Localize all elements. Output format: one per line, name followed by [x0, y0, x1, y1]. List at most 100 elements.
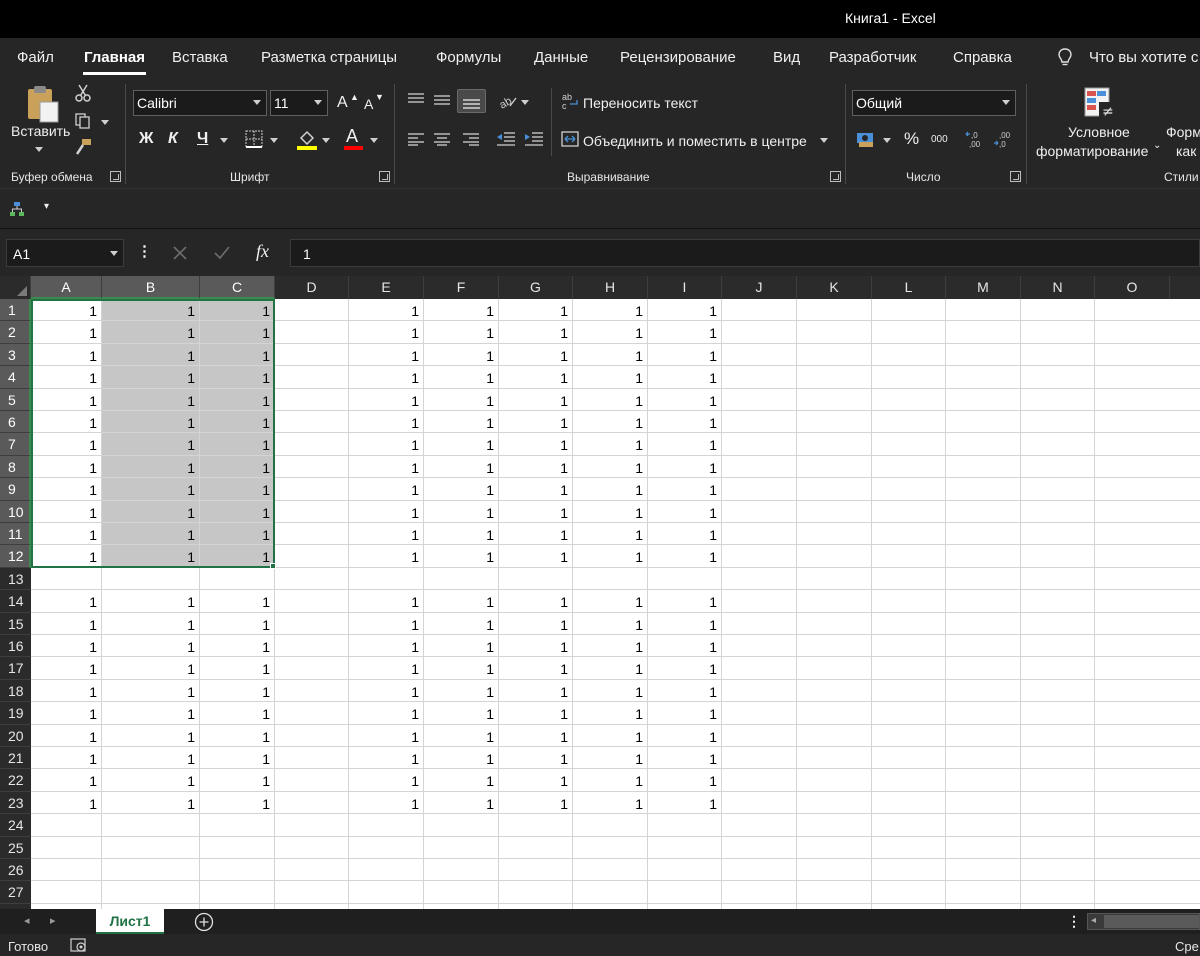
cell-e11[interactable]: 1 — [349, 523, 424, 545]
cell-h23[interactable]: 1 — [573, 792, 648, 814]
cell-i6[interactable]: 1 — [648, 411, 722, 433]
cell-h3[interactable]: 1 — [573, 344, 648, 366]
italic-button[interactable]: К — [168, 130, 178, 148]
fill-color-dropdown-chevron-icon[interactable] — [322, 138, 330, 143]
customize-qat-chevron-icon[interactable]: ▾ — [44, 201, 49, 212]
lightbulb-icon[interactable] — [1057, 48, 1073, 68]
cell-h20[interactable]: 1 — [573, 725, 648, 747]
cell-b18[interactable]: 1 — [102, 680, 200, 702]
fill-color-icon[interactable] — [297, 128, 317, 150]
cell-c19[interactable]: 1 — [200, 702, 275, 724]
cell-e9[interactable]: 1 — [349, 478, 424, 500]
scroll-tabs-left-icon[interactable]: ◂ — [24, 914, 30, 927]
cell-e18[interactable]: 1 — [349, 680, 424, 702]
row-header-27[interactable]: 27 — [0, 881, 31, 904]
cell-g9[interactable]: 1 — [499, 478, 573, 500]
cell-g1[interactable]: 1 — [499, 299, 573, 321]
column-header-k[interactable]: K — [797, 276, 872, 299]
cell-c17[interactable]: 1 — [200, 657, 275, 679]
tab-review[interactable]: Рецензирование — [620, 49, 736, 66]
cell-a20[interactable]: 1 — [31, 725, 102, 747]
cell-h19[interactable]: 1 — [573, 702, 648, 724]
name-box-dropdown-icon[interactable] — [110, 251, 118, 256]
row-header-3[interactable]: 3 — [0, 344, 31, 366]
cell-i1[interactable]: 1 — [648, 299, 722, 321]
cell-i21[interactable]: 1 — [648, 747, 722, 769]
column-header-f[interactable]: F — [424, 276, 499, 299]
scrollbar-thumb[interactable] — [1104, 915, 1199, 928]
cell-c20[interactable]: 1 — [200, 725, 275, 747]
tab-home[interactable]: Главная — [84, 49, 145, 66]
cell-a15[interactable]: 1 — [31, 613, 102, 635]
cell-g8[interactable]: 1 — [499, 456, 573, 478]
cell-b19[interactable]: 1 — [102, 702, 200, 724]
cell-c23[interactable]: 1 — [200, 792, 275, 814]
new-sheet-icon[interactable] — [194, 912, 214, 932]
merge-center-dropdown-chevron-icon[interactable] — [820, 138, 828, 143]
cell-h10[interactable]: 1 — [573, 501, 648, 523]
font-name-select[interactable]: Calibri — [133, 90, 267, 116]
cell-f14[interactable]: 1 — [424, 590, 499, 612]
cell-g14[interactable]: 1 — [499, 590, 573, 612]
cell-e7[interactable]: 1 — [349, 433, 424, 455]
conditional-formatting-icon[interactable]: ≠ — [1083, 86, 1117, 120]
row-header-6[interactable]: 6 — [0, 411, 31, 433]
cell-f21[interactable]: 1 — [424, 747, 499, 769]
tab-insert[interactable]: Вставка — [172, 49, 228, 66]
column-header-m[interactable]: M — [946, 276, 1021, 299]
cell-g18[interactable]: 1 — [499, 680, 573, 702]
column-header-h[interactable]: H — [573, 276, 648, 299]
cell-g11[interactable]: 1 — [499, 523, 573, 545]
orientation-icon[interactable]: ab — [498, 92, 518, 110]
column-header-n[interactable]: N — [1021, 276, 1095, 299]
column-header-g[interactable]: G — [499, 276, 573, 299]
insert-function-button[interactable]: fx — [256, 241, 269, 262]
row-header-12[interactable]: 12 — [0, 545, 31, 568]
cell-i2[interactable]: 1 — [648, 321, 722, 343]
cell-e8[interactable]: 1 — [349, 456, 424, 478]
cell-f19[interactable]: 1 — [424, 702, 499, 724]
cell-a23[interactable]: 1 — [31, 792, 102, 814]
cell-g6[interactable]: 1 — [499, 411, 573, 433]
cell-c15[interactable]: 1 — [200, 613, 275, 635]
worksheet-grid[interactable]: 1111111111111111111111111111111111111111… — [31, 299, 1200, 909]
cell-e5[interactable]: 1 — [349, 389, 424, 411]
cell-h9[interactable]: 1 — [573, 478, 648, 500]
row-header-18[interactable]: 18 — [0, 680, 31, 702]
decrease-font-size-button[interactable]: A — [364, 96, 373, 112]
cell-i19[interactable]: 1 — [648, 702, 722, 724]
cell-h8[interactable]: 1 — [573, 456, 648, 478]
cell-g22[interactable]: 1 — [499, 769, 573, 791]
wrap-text-icon[interactable]: ab c — [561, 92, 579, 110]
paste-icon[interactable] — [24, 84, 60, 124]
cell-f17[interactable]: 1 — [424, 657, 499, 679]
name-box[interactable]: A1 — [6, 239, 124, 267]
cell-f12[interactable]: 1 — [424, 545, 499, 567]
cell-h5[interactable]: 1 — [573, 389, 648, 411]
cell-h21[interactable]: 1 — [573, 747, 648, 769]
cell-h15[interactable]: 1 — [573, 613, 648, 635]
cell-c16[interactable]: 1 — [200, 635, 275, 657]
font-color-dropdown-chevron-icon[interactable] — [370, 138, 378, 143]
cell-g12[interactable]: 1 — [499, 545, 573, 567]
cell-h17[interactable]: 1 — [573, 657, 648, 679]
cell-b22[interactable]: 1 — [102, 769, 200, 791]
cell-f18[interactable]: 1 — [424, 680, 499, 702]
cell-i10[interactable]: 1 — [648, 501, 722, 523]
column-header-a[interactable]: A — [31, 276, 102, 299]
cell-g23[interactable]: 1 — [499, 792, 573, 814]
tab-page-layout[interactable]: Разметка страницы — [261, 49, 397, 66]
cell-h14[interactable]: 1 — [573, 590, 648, 612]
row-header-19[interactable]: 19 — [0, 702, 31, 725]
comma-style-button[interactable]: 000 — [931, 134, 948, 145]
row-header-10[interactable]: 10 — [0, 501, 31, 523]
cell-b17[interactable]: 1 — [102, 657, 200, 679]
cell-a16[interactable]: 1 — [31, 635, 102, 657]
row-header-4[interactable]: 4 — [0, 366, 31, 389]
cell-e15[interactable]: 1 — [349, 613, 424, 635]
cell-g7[interactable]: 1 — [499, 433, 573, 455]
cell-b21[interactable]: 1 — [102, 747, 200, 769]
cell-e17[interactable]: 1 — [349, 657, 424, 679]
tab-file[interactable]: Файл — [17, 49, 54, 66]
cell-e16[interactable]: 1 — [349, 635, 424, 657]
